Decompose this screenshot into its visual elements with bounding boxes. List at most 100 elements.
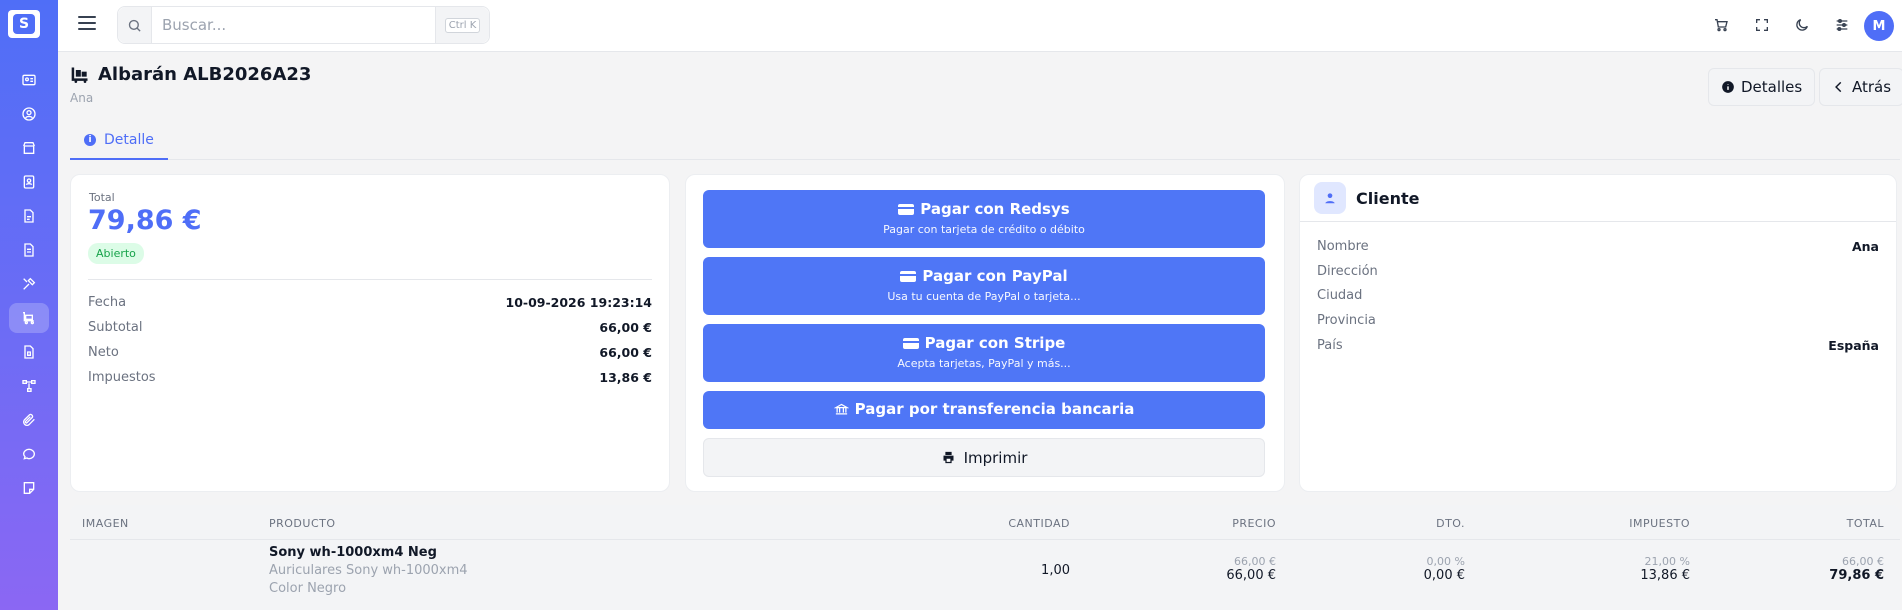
chevron-left-icon [1835,81,1842,93]
tax-value: 13,86 € [1640,568,1690,583]
app-logo[interactable]: S [8,10,40,38]
pay-paypal-sub: Usa tu cuenta de PayPal o tarjeta... [887,290,1081,303]
summary-row: Impuestos 13,86 € [88,370,652,385]
sidebar-invoice-icon[interactable] [9,235,49,265]
avatar-initial: M [1872,18,1886,34]
search-input[interactable] [152,7,435,43]
search-box: Ctrl K [117,6,490,44]
product-variant: Color Negro [269,581,347,596]
pay-stripe-button[interactable]: Pagar con Stripe Acepta tarjetas, PayPal… [703,324,1265,382]
tax-cell: 21,00 % 13,86 € [1590,555,1690,583]
row-key: Ciudad [1317,288,1363,303]
column-header: IMAGEN [82,517,129,530]
price-base: 66,00 € [1234,555,1276,568]
printer-icon [943,451,954,464]
cart-icon[interactable] [1710,14,1732,36]
product-name: Sony wh-1000xm4 Neg [269,545,437,560]
sidebar-hierarchy-icon[interactable] [9,371,49,401]
client-card: Cliente Nombre Ana Dirección Ciudad Provi… [1299,174,1897,492]
sidebar-tools-icon[interactable] [9,269,49,299]
row-key: Fecha [88,295,127,310]
row-value: 10-09-2026 19:23:14 [505,295,653,310]
column-header: DTO. [1436,517,1465,530]
tax-percent: 21,00 % [1644,555,1690,568]
row-key: Subtotal [88,320,143,335]
summary-card: Total 79,86 € Abierto Fecha 10-09-2026 19… [70,174,670,492]
bank-icon [833,403,849,414]
summary-row: Fecha 10-09-2026 19:23:14 [88,295,652,310]
topbar: Ctrl K M [58,0,1902,52]
shortcut-label: Ctrl K [444,17,481,33]
settings-sliders-icon[interactable] [1831,14,1853,36]
summary-row: Subtotal 66,00 € [88,320,652,335]
sidebar-address-book-icon[interactable] [9,167,49,197]
sidebar-file-icon[interactable] [9,337,49,367]
price-value: 66,00 € [1226,568,1276,583]
page-subtitle: Ana [70,91,94,105]
tab-label: Detalle [104,132,154,148]
client-row: Provincia [1317,313,1879,328]
user-icon [1314,182,1346,214]
total-cell: 66,00 € 79,86 € [1784,555,1884,583]
pay-paypal-button[interactable]: Pagar con PayPal Usa tu cuenta de PayPal… [703,257,1265,315]
back-button-label: Atrás [1852,78,1892,96]
pay-paypal-label: Pagar con PayPal [922,267,1068,285]
row-key: Nombre [1317,239,1369,254]
row-key: País [1317,338,1343,353]
search-icon[interactable] [118,7,152,43]
pay-stripe-sub: Acepta tarjetas, PayPal y más... [897,357,1071,370]
info-icon: i [84,134,96,146]
pay-transfer-label: Pagar por transferencia bancaria [854,400,1135,418]
total-base: 66,00 € [1842,555,1884,568]
dark-mode-icon[interactable] [1791,14,1813,36]
pay-redsys-label: Pagar con Redsys [920,200,1070,218]
row-value: 13,86 € [599,370,652,385]
sidebar-store-icon[interactable] [9,133,49,163]
fullscreen-icon[interactable] [1751,14,1773,36]
menu-toggle-icon[interactable] [78,16,96,34]
sidebar: S [0,0,58,610]
pay-redsys-button[interactable]: Pagar con Redsys Pagar con tarjeta de cr… [703,190,1265,248]
quantity-cell: 1,00 [1041,563,1070,578]
summary-row: Neto 66,00 € [88,345,652,360]
column-header: TOTAL [1846,517,1884,530]
client-row: Ciudad [1317,288,1879,303]
tab-detalle[interactable]: i Detalle [70,122,168,160]
row-value: 66,00 € [599,345,652,360]
sidebar-delivery-icon[interactable] [9,303,49,333]
back-button[interactable]: Atrás [1819,68,1902,106]
client-header: Cliente [1300,175,1896,222]
column-header: CANTIDAD [1008,517,1070,530]
stripe-icon [902,337,919,349]
pay-redsys-sub: Pagar con tarjeta de crédito o débito [883,223,1085,236]
delivery-note-icon [71,67,88,83]
details-button[interactable]: Detalles [1708,68,1816,106]
row-value: España [1828,338,1879,353]
column-header: PRODUCTO [269,517,336,530]
payments-card: Pagar con Redsys Pagar con tarjeta de cr… [685,174,1285,492]
sidebar-note-icon[interactable] [9,473,49,503]
sidebar-document-icon[interactable] [9,201,49,231]
client-row: Nombre Ana [1317,239,1879,254]
total-label: Total [89,191,115,204]
logo-mark: S [13,14,35,34]
sidebar-attachment-icon[interactable] [9,405,49,435]
sidebar-chat-icon[interactable] [9,439,49,469]
product-cell: Sony wh-1000xm4 Neg Auriculares Sony wh-… [269,545,468,596]
credit-card-icon [898,203,915,215]
tab-bar: i Detalle [70,122,1900,160]
pay-transfer-button[interactable]: Pagar por transferencia bancaria [703,391,1265,429]
print-button[interactable]: Imprimir [703,438,1265,477]
row-key: Impuestos [88,370,156,385]
discount-value: 0,00 € [1423,568,1465,583]
row-key: Neto [88,345,119,360]
sidebar-user-icon[interactable] [9,99,49,129]
row-value: Ana [1851,239,1879,254]
sidebar-contact-card-icon[interactable] [9,65,49,95]
client-row: País España [1317,338,1879,353]
pay-stripe-label: Pagar con Stripe [924,334,1066,352]
status-badge: Abierto [88,243,144,264]
user-avatar[interactable]: M [1864,11,1894,41]
row-key: Provincia [1317,313,1376,328]
info-icon [1722,81,1734,93]
